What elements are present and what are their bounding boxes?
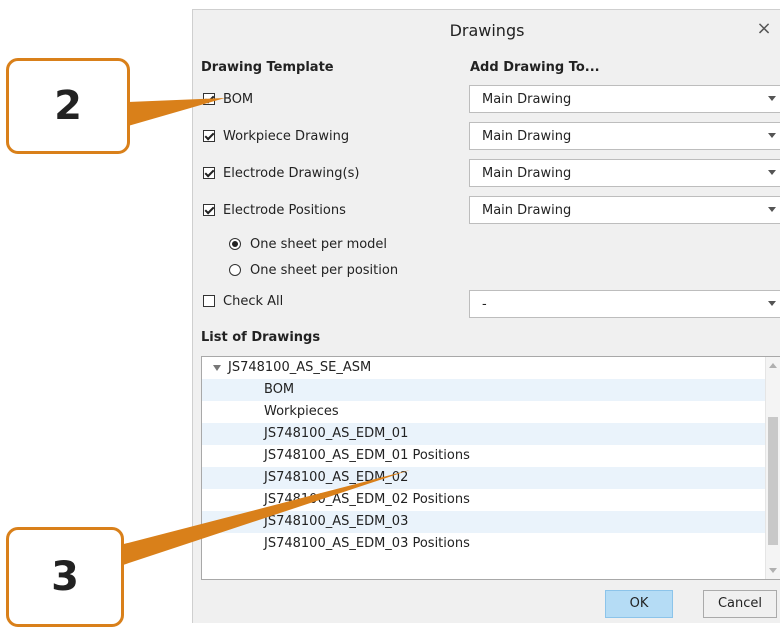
callout-3: 3 bbox=[6, 527, 124, 627]
template-workpiece-drawing[interactable]: Workpiece Drawing bbox=[203, 127, 349, 145]
check-all-target-select[interactable]: - bbox=[469, 290, 780, 318]
list-item[interactable]: Workpieces bbox=[202, 401, 766, 423]
template-label: BOM bbox=[223, 91, 254, 107]
template-bom[interactable]: BOM bbox=[203, 90, 253, 108]
template-electrode-positions[interactable]: Electrode Positions bbox=[203, 201, 346, 219]
checkbox-icon[interactable] bbox=[203, 167, 215, 179]
select-value: Main Drawing bbox=[482, 129, 572, 144]
scroll-thumb[interactable] bbox=[768, 417, 778, 545]
list-item-label: JS748100_AS_EDM_03 bbox=[264, 514, 409, 529]
template-electrode-drawings[interactable]: Electrode Drawing(s) bbox=[203, 164, 359, 182]
checkbox-icon[interactable] bbox=[203, 130, 215, 142]
select-value: Main Drawing bbox=[482, 203, 572, 218]
drawings-dialog: Drawings × Drawing Template Add Drawing … bbox=[192, 9, 780, 623]
expand-arrow-icon[interactable] bbox=[213, 365, 221, 371]
list-item-label: JS748100_AS_EDM_02 bbox=[264, 470, 409, 485]
checkbox-icon[interactable] bbox=[203, 204, 215, 216]
template-label: Workpiece Drawing bbox=[223, 128, 350, 144]
dialog-title: Drawings bbox=[449, 21, 525, 40]
list-item-label: JS748100_AS_EDM_02 Positions bbox=[264, 492, 470, 507]
list-item[interactable]: JS748100_AS_EDM_03 bbox=[202, 511, 766, 533]
close-icon[interactable]: × bbox=[753, 18, 775, 40]
list-item-label: JS748100_AS_EDM_01 Positions bbox=[264, 448, 470, 463]
callout-3-number: 3 bbox=[51, 554, 79, 600]
list-item-label: BOM bbox=[264, 382, 295, 397]
scroll-up-icon[interactable] bbox=[769, 363, 777, 368]
chevron-down-icon bbox=[768, 301, 776, 306]
radio-label: One sheet per position bbox=[250, 262, 399, 278]
chevron-down-icon bbox=[768, 170, 776, 175]
bom-target-select[interactable]: Main Drawing bbox=[469, 85, 780, 113]
checkbox-icon[interactable] bbox=[203, 295, 215, 307]
chevron-down-icon bbox=[768, 133, 776, 138]
radio-icon[interactable] bbox=[229, 238, 241, 250]
ok-button[interactable]: OK bbox=[605, 590, 673, 618]
tree-root-label: JS748100_AS_SE_ASM bbox=[228, 360, 372, 375]
select-value: - bbox=[482, 297, 487, 312]
check-all-label: Check All bbox=[223, 293, 284, 309]
list-scrollbar[interactable] bbox=[765, 357, 780, 579]
template-label: Electrode Positions bbox=[223, 202, 346, 218]
template-label: Electrode Drawing(s) bbox=[223, 165, 360, 181]
list-item-label: JS748100_AS_EDM_01 bbox=[264, 426, 409, 441]
title-bar: Drawings × bbox=[193, 10, 780, 52]
cancel-button[interactable]: Cancel bbox=[703, 590, 777, 618]
select-value: Main Drawing bbox=[482, 166, 572, 181]
radio-icon[interactable] bbox=[229, 264, 241, 276]
chevron-down-icon bbox=[768, 207, 776, 212]
scroll-down-icon[interactable] bbox=[769, 568, 777, 573]
list-item-label: JS748100_AS_EDM_03 Positions bbox=[264, 536, 470, 551]
radio-label: One sheet per model bbox=[250, 236, 388, 252]
radio-one-sheet-per-model[interactable]: One sheet per model bbox=[229, 235, 387, 253]
callout-2: 2 bbox=[6, 58, 130, 154]
radio-one-sheet-per-position[interactable]: One sheet per position bbox=[229, 261, 398, 279]
drawings-list[interactable]: JS748100_AS_SE_ASM BOM Workpieces JS7481… bbox=[201, 356, 780, 580]
chevron-down-icon bbox=[768, 96, 776, 101]
checkbox-icon[interactable] bbox=[203, 93, 215, 105]
list-of-drawings-heading: List of Drawings bbox=[201, 330, 321, 345]
list-item[interactable]: JS748100_AS_EDM_02 Positions bbox=[202, 489, 766, 511]
workpiece-target-select[interactable]: Main Drawing bbox=[469, 122, 780, 150]
tree-root[interactable]: JS748100_AS_SE_ASM bbox=[202, 357, 766, 379]
electrode-drawings-target-select[interactable]: Main Drawing bbox=[469, 159, 780, 187]
drawing-template-heading: Drawing Template bbox=[201, 60, 334, 75]
list-item[interactable]: BOM bbox=[202, 379, 766, 401]
electrode-positions-target-select[interactable]: Main Drawing bbox=[469, 196, 780, 224]
select-value: Main Drawing bbox=[482, 92, 572, 107]
check-all[interactable]: Check All bbox=[203, 292, 283, 310]
list-item[interactable]: JS748100_AS_EDM_03 Positions bbox=[202, 533, 766, 555]
list-item-label: Workpieces bbox=[264, 404, 339, 419]
add-drawing-to-heading: Add Drawing To... bbox=[470, 60, 600, 75]
callout-2-number: 2 bbox=[54, 83, 82, 129]
list-item[interactable]: JS748100_AS_EDM_01 Positions bbox=[202, 445, 766, 467]
list-item[interactable]: JS748100_AS_EDM_01 bbox=[202, 423, 766, 445]
list-item[interactable]: JS748100_AS_EDM_02 bbox=[202, 467, 766, 489]
